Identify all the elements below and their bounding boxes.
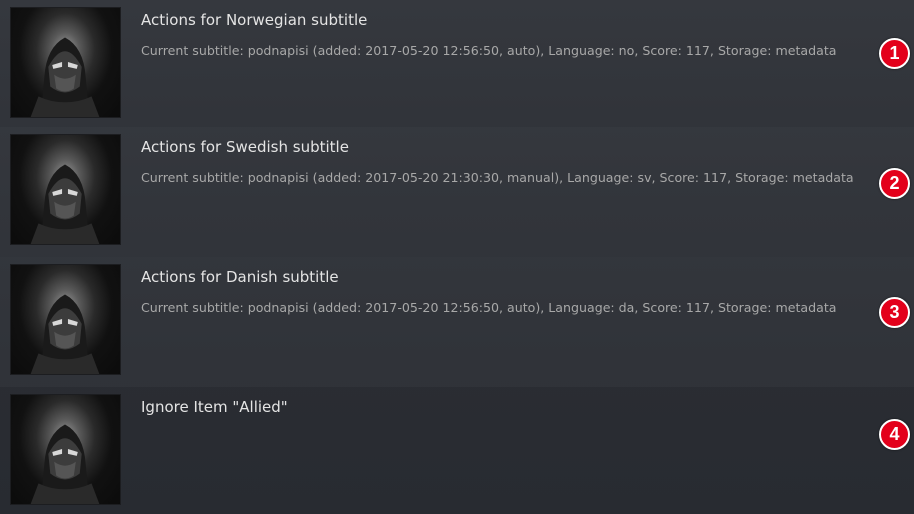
row-title: Actions for Swedish subtitle [141,138,349,156]
annotation-badge: 1 [879,38,910,69]
annotation-badge: 3 [879,297,910,328]
row-subtitle: Current subtitle: podnapisi (added: 2017… [141,43,837,58]
masked-ninja-thumbnail-icon [10,7,121,118]
annotation-badge: 4 [879,419,910,450]
row-subtitle: Current subtitle: podnapisi (added: 2017… [141,300,837,315]
masked-ninja-thumbnail-icon [10,134,121,245]
masked-ninja-thumbnail-icon [10,264,121,375]
row-title: Actions for Danish subtitle [141,268,339,286]
annotation-badge: 2 [879,168,910,199]
row-subtitle: Current subtitle: podnapisi (added: 2017… [141,170,854,185]
list-item-ignore-item[interactable]: Ignore Item "Allied" 4 [0,387,914,514]
row-title: Actions for Norwegian subtitle [141,11,368,29]
subtitle-actions-list: Actions for Norwegian subtitle Current s… [0,0,914,514]
masked-ninja-thumbnail-icon [10,394,121,505]
list-item-norwegian-subtitle[interactable]: Actions for Norwegian subtitle Current s… [0,0,914,130]
row-title: Ignore Item "Allied" [141,398,288,416]
list-item-danish-subtitle[interactable]: Actions for Danish subtitle Current subt… [0,257,914,387]
list-item-swedish-subtitle[interactable]: Actions for Swedish subtitle Current sub… [0,127,914,257]
